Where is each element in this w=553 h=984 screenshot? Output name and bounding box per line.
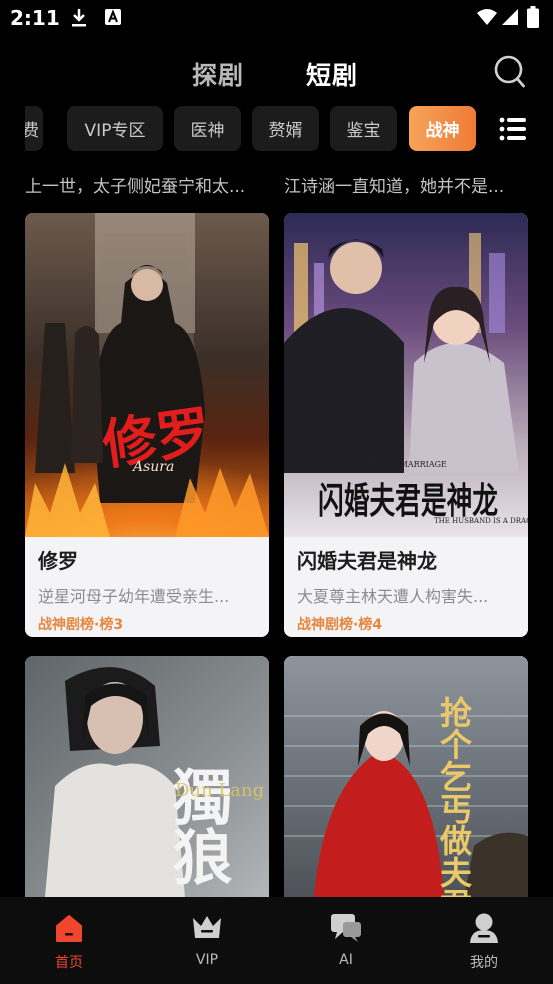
nav-label: 首页 <box>55 955 83 971</box>
bottom-nav: 首页 VIP AI 我的 <box>0 897 553 984</box>
chip-son-in-law[interactable]: 赘婿 <box>252 106 319 151</box>
menu-list-icon[interactable] <box>499 114 527 144</box>
crown-icon <box>193 916 221 938</box>
nav-vip[interactable]: VIP <box>138 897 276 984</box>
tab-short-drama[interactable]: 短剧 <box>306 56 358 92</box>
chip-treasure[interactable]: 鉴宝 <box>330 106 397 151</box>
prev-card-desc-left[interactable]: 上一世，太子侧妃蚕宁和太... <box>25 172 265 197</box>
font-icon <box>105 9 121 25</box>
poster-subtitle-text: Asura <box>131 459 174 475</box>
category-chips: 费 VIP专区 医神 赘婿 鉴宝 战神 <box>25 106 480 152</box>
search-icon[interactable] <box>494 55 526 89</box>
card-info: 闪婚夫君是神龙 大夏尊主林天遭人构害失... 战神剧榜·榜4 <box>284 537 528 637</box>
card-desc: 逆星河母子幼年遭受亲生... <box>38 587 230 606</box>
chip-free[interactable]: 费 <box>25 106 43 151</box>
nav-label: VIP <box>195 952 219 968</box>
nav-ai[interactable]: AI <box>277 897 415 984</box>
drama-card[interactable]: 抢个乞丐做夫君 <box>284 656 528 897</box>
drama-poster: 闪婚夫君是神龙 FLASH MARRIAGE THE HUSBAND IS A … <box>284 213 528 537</box>
card-title: 闪婚夫君是神龙 <box>297 549 437 573</box>
nav-profile[interactable]: 我的 <box>415 897 553 984</box>
card-info: 修罗 逆星河母子幼年遭受亲生... 战神剧榜·榜3 <box>25 537 269 637</box>
status-time: 2:11 <box>10 6 60 30</box>
chip-vip[interactable]: VIP专区 <box>67 106 163 151</box>
card-rank-badge: 战神剧榜·榜4 <box>297 617 383 633</box>
tab-explore[interactable]: 探剧 <box>192 56 244 92</box>
poster-subtitle-text: Dun Lang <box>175 780 264 801</box>
chip-war-god[interactable]: 战神 <box>409 106 476 151</box>
signal-icon <box>502 9 518 25</box>
card-desc: 大夏尊主林天遭人构害失... <box>297 587 489 606</box>
drama-poster: 修罗 Asura <box>25 213 269 537</box>
drama-poster: 獨狼 Dun Lang <box>25 656 269 897</box>
prev-card-desc-right[interactable]: 江诗涵一直知道，她并不是... <box>284 172 524 197</box>
download-icon <box>72 9 86 27</box>
top-tabs: 探剧 短剧 <box>0 56 553 96</box>
poster-title-text: 抢个乞丐做夫君 <box>435 695 473 897</box>
chip-medical-god[interactable]: 医神 <box>174 106 241 151</box>
wifi-icon <box>477 9 497 25</box>
nav-home[interactable]: 首页 <box>0 897 138 984</box>
nav-label: 我的 <box>470 955 498 971</box>
drama-card[interactable]: 闪婚夫君是神龙 FLASH MARRIAGE THE HUSBAND IS A … <box>284 213 528 637</box>
nav-label: AI <box>339 952 353 968</box>
home-icon <box>56 915 82 942</box>
chat-icon <box>331 914 361 942</box>
drama-poster: 抢个乞丐做夫君 <box>284 656 528 897</box>
battery-icon <box>527 6 539 28</box>
poster-title-text: 闪婚夫君是神龙 <box>318 480 498 522</box>
drama-card[interactable]: 修罗 Asura 修罗 逆星河母子幼年遭受亲生... 战神剧榜·榜3 <box>25 213 269 637</box>
card-title: 修罗 <box>38 549 78 573</box>
poster-subtitle-text: FLASH MARRIAGE <box>368 460 447 469</box>
poster-subtitle-text: THE HUSBAND IS A DRAGON <box>434 517 528 525</box>
card-rank-badge: 战神剧榜·榜3 <box>38 617 124 633</box>
profile-icon <box>470 913 498 943</box>
status-bar: 2:11 <box>0 0 553 38</box>
drama-card[interactable]: 獨狼 Dun Lang <box>25 656 269 897</box>
